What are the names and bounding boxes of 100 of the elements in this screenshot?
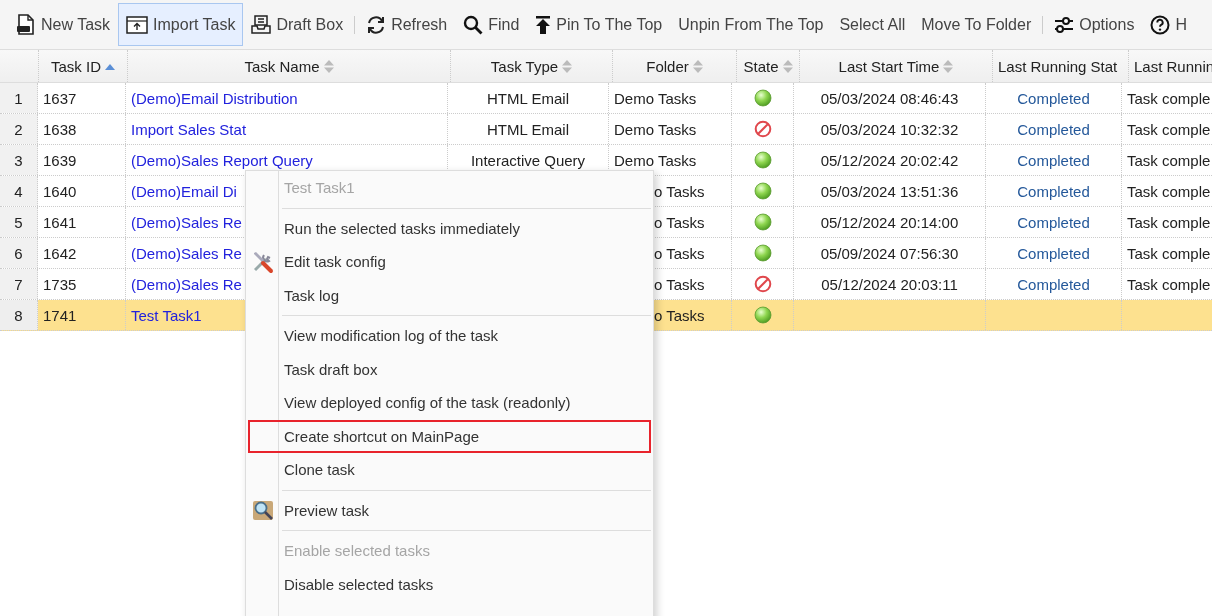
import-window-icon	[126, 15, 149, 34]
running-result-cell: Task comple	[1127, 89, 1211, 107]
column-label: State	[743, 57, 779, 75]
start-time-cell: 05/09/2024 07:56:30	[820, 244, 959, 262]
task-name-link[interactable]: (Demo)Sales Re	[131, 213, 242, 231]
toolbar-button[interactable]: New Task	[8, 3, 119, 46]
toolbar-button[interactable]: Unpin From The Top	[670, 3, 832, 46]
start-time-cell: 05/03/2024 13:51:36	[820, 182, 959, 200]
task-id-cell: 1637	[43, 89, 77, 107]
task-name-link[interactable]: (Demo)Email Di	[131, 182, 237, 200]
table-row[interactable]: 2 1638 Import Sales Stat HTML Email Demo Tasks 05/03/2024 10:32:32 Completed Task comple	[0, 114, 1212, 145]
task-name-link[interactable]: (Demo)Email Distribution	[131, 89, 298, 107]
refresh-icon	[366, 14, 387, 35]
toolbar-button[interactable]: Draft Box	[243, 3, 352, 46]
folder-cell-text: o Tasks	[653, 213, 705, 231]
menu-item[interactable]: Disable selected tasks	[246, 567, 653, 601]
toolbar-button[interactable]: Pin To The Top	[527, 3, 671, 46]
folder-cell: Demo Tasks	[614, 89, 697, 107]
task-id-cell: 1639	[43, 151, 77, 169]
menu-title: Test Task1	[283, 178, 356, 199]
menu-item[interactable]: Preview task	[246, 493, 653, 527]
running-state-cell: Completed	[1017, 151, 1090, 169]
column-label: Last Start Time	[838, 57, 940, 75]
column-header[interactable]: Task ID	[39, 50, 128, 82]
row-number: 5	[0, 207, 38, 237]
column-header[interactable]: Last Running Stat	[993, 50, 1129, 82]
row-number: 2	[0, 114, 38, 144]
row-number: 1	[0, 83, 38, 113]
column-header[interactable]: Last Start Time	[800, 50, 993, 82]
folder-cell-text: o Tasks	[653, 244, 705, 262]
inbox-tray-icon	[251, 14, 272, 35]
wrench-screwdriver-icon	[251, 249, 275, 274]
magnifier-icon	[251, 498, 275, 523]
column-label: Task Type	[490, 57, 559, 75]
start-time-cell: 05/12/2024 20:03:11	[821, 275, 958, 293]
task-id-cell: 1641	[43, 213, 77, 231]
menu-item[interactable]: Clone task	[246, 453, 653, 487]
column-header[interactable]: Task Name	[128, 50, 451, 82]
help-icon	[1150, 14, 1171, 35]
menu-item[interactable]: Create shortcut on MainPage	[248, 419, 651, 453]
menu-item[interactable]: Run the selected tasks immediately	[246, 211, 653, 245]
task-id-cell: 1735	[43, 275, 77, 293]
task-type-cell: HTML Email	[487, 89, 569, 107]
running-state-cell: Completed	[1017, 89, 1090, 107]
folder-cell: Demo Tasks	[614, 120, 697, 138]
settings-sliders-icon	[1054, 14, 1075, 35]
task-name-link[interactable]: (Demo)Sales Re	[131, 244, 242, 262]
running-state-cell: Completed	[1017, 182, 1090, 200]
row-number: 4	[0, 176, 38, 206]
task-type-cell: Interactive Query	[470, 151, 586, 169]
row-number: 6	[0, 238, 38, 268]
task-id-cell: 1741	[43, 306, 77, 324]
toolbar-button[interactable]: Options	[1046, 3, 1143, 46]
start-time-cell: 05/03/2024 10:32:32	[820, 120, 959, 138]
running-state-cell: Completed	[1017, 120, 1090, 138]
task-name-link[interactable]: (Demo)Sales Re	[131, 275, 242, 293]
toolbar-button[interactable]: Select All	[831, 3, 914, 46]
menu-item[interactable]: Edit task config	[246, 245, 653, 279]
toolbar-button[interactable]: Find	[455, 3, 528, 46]
arrow-to-top-icon	[535, 14, 552, 35]
row-number: 3	[0, 145, 38, 175]
running-state-cell: Completed	[1017, 275, 1090, 293]
start-time-cell: 05/03/2024 08:46:43	[820, 89, 959, 107]
column-header[interactable]: Task Type	[451, 50, 613, 82]
row-number: 8	[0, 300, 38, 330]
running-result-cell: Task comple	[1127, 275, 1211, 293]
task-id-cell: 1640	[43, 182, 77, 200]
column-header[interactable]: State	[737, 50, 800, 82]
start-time-cell: 05/12/2024 20:02:42	[820, 151, 959, 169]
task-name-link[interactable]: (Demo)Sales Report Query	[131, 151, 313, 169]
running-result-cell: Task comple	[1127, 120, 1211, 138]
task-id-cell: 1638	[43, 120, 77, 138]
running-result-cell: Task comple	[1127, 182, 1211, 200]
task-name-link[interactable]: Import Sales Stat	[131, 120, 247, 138]
menu-item[interactable]: Task draft box	[246, 352, 653, 386]
running-result-cell: Task comple	[1127, 213, 1211, 231]
toolbar-button[interactable]: Move To Folder	[913, 3, 1040, 46]
toolbar-button[interactable]: Import Task	[118, 3, 244, 46]
column-label: Folder	[646, 57, 689, 75]
folder-cell: Demo Tasks	[614, 151, 697, 169]
running-state-cell: Completed	[1017, 213, 1090, 231]
toolbar-button[interactable]: H	[1142, 3, 1195, 46]
folder-cell-text: o Tasks	[653, 275, 705, 293]
search-icon	[463, 14, 484, 35]
table-row[interactable]: 1 1637 (Demo)Email Distribution HTML Email Demo Tasks 05/03/2024 08:46:43 Completed Task comple	[0, 83, 1212, 114]
running-state-cell: Completed	[1017, 244, 1090, 262]
task-name-link[interactable]: Test Task1	[131, 306, 202, 324]
running-result-cell: Task comple	[1127, 151, 1211, 169]
column-header[interactable]: Folder	[613, 50, 737, 82]
toolbar-button[interactable]: Refresh	[358, 3, 456, 46]
new-document-icon	[16, 13, 36, 36]
task-id-cell: 1642	[43, 244, 77, 262]
column-label: Task ID	[51, 57, 101, 75]
menu-item[interactable]: View deployed config of the task (readonly)	[246, 386, 653, 420]
folder-cell-text: o Tasks	[653, 182, 705, 200]
row-number: 7	[0, 269, 38, 299]
column-label: Task Name	[244, 57, 320, 75]
running-result-cell: Task comple	[1127, 244, 1211, 262]
task-type-cell: HTML Email	[487, 120, 569, 138]
column-label: Last Running Stat	[998, 57, 1118, 75]
